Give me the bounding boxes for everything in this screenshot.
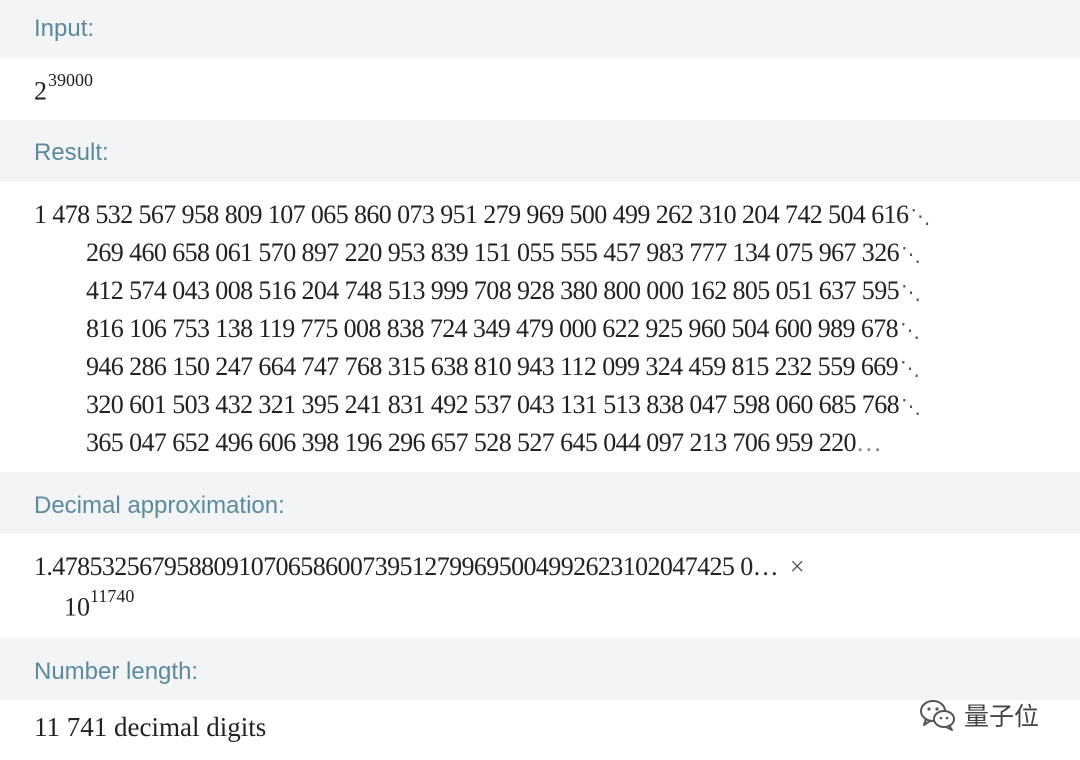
- decimal-mantissa-line: 1.47853256795880910706586007395127996950…: [34, 552, 805, 582]
- result-pod-header: Result:: [0, 120, 1080, 182]
- decimal-mantissa: 1.47853256795880910706586007395127996950…: [34, 552, 779, 581]
- line-continuation-mark: ⋱: [901, 396, 921, 418]
- watermark: 量子位: [918, 695, 1039, 735]
- times-sign: ×: [789, 552, 805, 581]
- watermark-text: 量子位: [964, 702, 1040, 731]
- result-lines: 1 478 532 567 958 809 107 065 860 073 95…: [34, 196, 1074, 462]
- result-line-text: 816 106 753 138 119 775 008 838 724 349 …: [86, 314, 899, 343]
- line-continuation-mark: ⋱: [901, 282, 921, 304]
- power-base: 10: [64, 592, 90, 622]
- result-line-text: 320 601 503 432 321 395 241 831 492 537 …: [86, 390, 900, 419]
- input-base: 2: [34, 76, 47, 106]
- input-pod-header: Input:: [0, 0, 1080, 58]
- line-continuation-mark: ⋱: [901, 244, 921, 266]
- decimal-pod-title: Decimal approximation:: [34, 492, 285, 519]
- power-exponent: 11740: [90, 586, 135, 606]
- decimal-power: 1011740: [64, 586, 134, 623]
- truncation-ellipsis: …: [855, 428, 882, 457]
- line-continuation-mark: ⋱: [910, 206, 930, 228]
- result-line: 1 478 532 567 958 809 107 065 860 073 95…: [34, 196, 1074, 234]
- input-pod-body: 239000: [0, 58, 1080, 120]
- result-pod-body: 1 478 532 567 958 809 107 065 860 073 95…: [0, 182, 1080, 472]
- wechat-icon: [920, 700, 955, 731]
- number-length-value: 11 741 decimal digits: [34, 712, 267, 742]
- result-line: 412 574 043 008 516 204 748 513 999 708 …: [34, 272, 1074, 310]
- result-line-text: 1 478 532 567 958 809 107 065 860 073 95…: [34, 200, 909, 229]
- length-pod-title: Number length:: [34, 658, 199, 685]
- result-line-text: 412 574 043 008 516 204 748 513 999 708 …: [86, 276, 900, 305]
- input-exponent: 39000: [48, 70, 93, 90]
- result-line-text: 269 460 658 061 570 897 220 953 839 151 …: [86, 238, 900, 267]
- line-continuation-mark: ⋱: [900, 320, 920, 342]
- length-pod-header: Number length:: [0, 638, 1080, 700]
- line-continuation-mark: ⋱: [900, 358, 920, 380]
- decimal-pod-header: Decimal approximation:: [0, 472, 1080, 534]
- input-pod-title: Input:: [34, 15, 95, 42]
- wolfram-results-page: Input: 239000 Result: 1 478 532 567 958 …: [0, 0, 1080, 760]
- decimal-pod-body: 1.47853256795880910706586007395127996950…: [0, 534, 1080, 638]
- result-line-text: 365 047 652 496 606 398 196 296 657 528 …: [86, 428, 857, 457]
- result-line: 269 460 658 061 570 897 220 953 839 151 …: [34, 234, 1074, 272]
- result-line: 365 047 652 496 606 398 196 296 657 528 …: [34, 424, 1074, 462]
- result-line-text: 946 286 150 247 664 747 768 315 638 810 …: [86, 352, 899, 381]
- result-line: 320 601 503 432 321 395 241 831 492 537 …: [34, 386, 1074, 424]
- result-pod-title: Result:: [34, 139, 109, 166]
- result-line: 816 106 753 138 119 775 008 838 724 349 …: [34, 310, 1074, 348]
- input-expression: 239000: [34, 70, 93, 107]
- result-line: 946 286 150 247 664 747 768 315 638 810 …: [34, 348, 1074, 386]
